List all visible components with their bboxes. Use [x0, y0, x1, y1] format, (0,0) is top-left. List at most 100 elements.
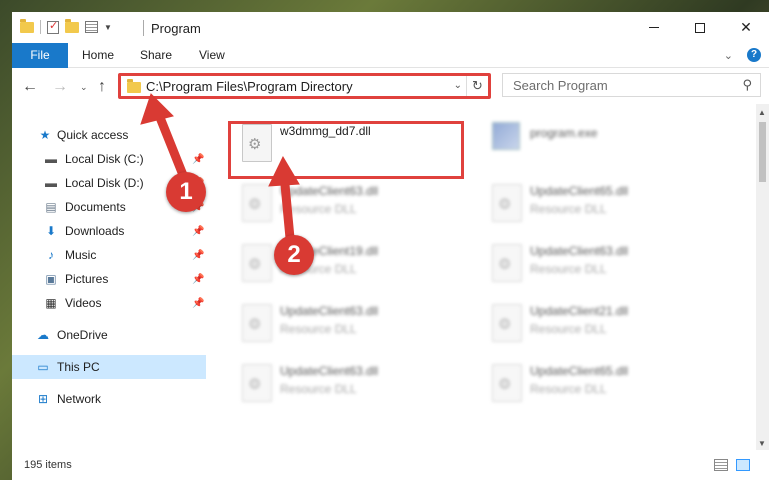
highlight-box — [228, 121, 464, 179]
drive-icon: ▬ — [45, 152, 57, 166]
file-type: Resource DLL — [530, 262, 607, 276]
sidebar-item-label: Local Disk (C:) — [65, 152, 144, 166]
sidebar-item-quick-access[interactable]: ★ Quick access — [12, 123, 206, 147]
sidebar-item-local-disk-c[interactable]: ▬ Local Disk (C:) 📌 — [12, 147, 206, 171]
videos-icon: ▦ — [45, 296, 57, 310]
pin-icon[interactable]: 📌 — [192, 298, 204, 309]
music-icon: ♪ — [48, 248, 54, 262]
file-type: Resource DLL — [530, 322, 607, 336]
file-type: Resource DLL — [280, 382, 357, 396]
annotation-badge-1: 1 — [166, 172, 206, 212]
tab-view[interactable]: View — [199, 43, 225, 68]
properties-check-icon[interactable] — [47, 19, 59, 34]
forward-arrow-icon[interactable]: → — [52, 78, 68, 96]
pin-icon[interactable]: 📌 — [192, 274, 204, 285]
navigation-bar: ← → ⌄ ↑ C:\Program Files\Program Directo… — [12, 68, 769, 104]
pin-icon[interactable]: 📌 — [192, 226, 204, 237]
exe-file-icon — [492, 122, 520, 150]
file-type: Resource DLL — [530, 382, 607, 396]
file-type: Resource DLL — [530, 202, 607, 216]
status-bar: 195 items — [12, 450, 769, 480]
file-item[interactable]: UpdateClient65.dll Resource DLL — [478, 356, 718, 412]
close-icon: ✕ — [740, 19, 752, 35]
file-item[interactable]: UpdateClient19.dll Resource DLL — [228, 236, 468, 292]
file-item[interactable]: UpdateClient63.dll Resource DLL — [228, 176, 468, 232]
help-icon[interactable]: ? — [747, 48, 761, 62]
customize-toolbar-icon[interactable] — [85, 21, 98, 33]
explorer-window: ▼ Program ✕ File Home Share View ⌄ ? ← →… — [12, 12, 769, 480]
sidebar-item-label: Downloads — [65, 224, 125, 238]
file-item[interactable]: UpdateClient63.dll Resource DLL — [228, 296, 468, 352]
recent-locations-icon[interactable]: ⌄ — [80, 82, 88, 93]
title-separator — [143, 20, 144, 36]
qat-dropdown-icon[interactable]: ▼ — [104, 23, 112, 32]
sidebar-item-downloads[interactable]: ⬇ Downloads 📌 — [12, 219, 206, 243]
search-icon[interactable]: ⚲ — [742, 77, 752, 93]
file-name: UpdateClient21.dll — [530, 304, 629, 318]
sidebar-item-network[interactable]: ⊞ Network — [12, 387, 206, 411]
file-item[interactable]: UpdateClient21.dll Resource DLL — [478, 296, 718, 352]
separator — [40, 20, 41, 34]
address-dropdown-icon[interactable]: ⌄ — [454, 80, 462, 91]
scroll-thumb[interactable] — [759, 122, 766, 182]
title-bar: ▼ Program ✕ — [12, 12, 769, 43]
computer-icon: ▭ — [37, 360, 49, 374]
tab-share[interactable]: Share — [140, 43, 172, 68]
sidebar-item-this-pc[interactable]: ▭ This PC — [12, 355, 206, 379]
dll-file-icon — [242, 304, 272, 342]
address-path[interactable]: C:\Program Files\Program Directory — [146, 79, 353, 94]
sidebar-item-label: OneDrive — [57, 328, 108, 342]
download-icon: ⬇ — [45, 224, 57, 238]
quick-access-toolbar: ▼ — [20, 18, 112, 34]
sidebar-item-label: Quick access — [57, 128, 129, 142]
pin-icon[interactable]: 📌 — [192, 250, 204, 261]
back-arrow-icon[interactable]: ← — [22, 78, 38, 96]
ribbon-right-controls: ⌄ ? — [724, 48, 761, 62]
dll-file-icon — [492, 364, 522, 402]
sidebar-item-label: Music — [65, 248, 97, 262]
large-icons-view-icon[interactable] — [736, 459, 750, 471]
new-folder-icon[interactable] — [65, 18, 79, 33]
maximize-icon — [695, 22, 705, 33]
file-item[interactable]: UpdateClient63.dll Resource DLL — [228, 356, 468, 412]
refresh-icon[interactable]: ↻ — [466, 76, 488, 96]
sidebar-item-onedrive[interactable]: ☁ OneDrive — [12, 323, 206, 347]
scroll-up-icon[interactable]: ▲ — [758, 108, 766, 117]
search-input[interactable]: Search Program ⚲ — [502, 73, 761, 97]
sidebar-item-label: Pictures — [65, 272, 109, 286]
address-bar[interactable]: C:\Program Files\Program Directory ⌄ ↻ — [118, 73, 491, 99]
sidebar-item-pictures[interactable]: ▣ Pictures 📌 — [12, 267, 206, 291]
up-arrow-icon[interactable]: ↑ — [98, 78, 106, 96]
documents-icon: ▤ — [45, 200, 57, 214]
file-item-program-exe[interactable]: program.exe — [478, 116, 718, 172]
file-name: UpdateClient65.dll — [530, 184, 629, 198]
sidebar-item-label: Videos — [65, 296, 102, 310]
pin-icon[interactable]: 📌 — [192, 154, 204, 165]
minimize-button[interactable] — [631, 12, 677, 43]
file-name: UpdateClient63.dll — [530, 244, 629, 258]
details-view-icon[interactable] — [714, 459, 728, 471]
item-count: 195 items — [24, 459, 72, 471]
tab-home[interactable]: Home — [82, 43, 114, 68]
file-name: UpdateClient63.dll — [280, 364, 379, 378]
ribbon: File Home Share View ⌄ ? — [12, 43, 769, 68]
tab-file[interactable]: File — [12, 43, 68, 68]
sidebar-item-label: Documents — [65, 200, 126, 214]
sidebar-item-videos[interactable]: ▦ Videos 📌 — [12, 291, 206, 315]
star-icon: ★ — [39, 128, 51, 142]
minimize-icon — [649, 27, 659, 28]
close-button[interactable]: ✕ — [723, 12, 769, 43]
chevron-down-icon[interactable]: ⌄ — [724, 49, 733, 62]
file-item[interactable]: UpdateClient65.dll Resource DLL — [478, 176, 718, 232]
scroll-down-icon[interactable]: ▼ — [758, 439, 766, 448]
file-type: Resource DLL — [280, 202, 357, 216]
sidebar-item-label: Local Disk (D:) — [65, 176, 144, 190]
file-list: w3dmmg_dd7.dll program.exe UpdateClient6… — [208, 104, 756, 450]
vertical-scrollbar[interactable]: ▲ ▼ — [756, 104, 769, 450]
sidebar-item-label: This PC — [57, 360, 100, 374]
file-name: program.exe — [530, 126, 598, 140]
sidebar-item-music[interactable]: ♪ Music 📌 — [12, 243, 206, 267]
file-name: UpdateClient63.dll — [280, 304, 379, 318]
file-item[interactable]: UpdateClient63.dll Resource DLL — [478, 236, 718, 292]
maximize-button[interactable] — [677, 12, 723, 43]
